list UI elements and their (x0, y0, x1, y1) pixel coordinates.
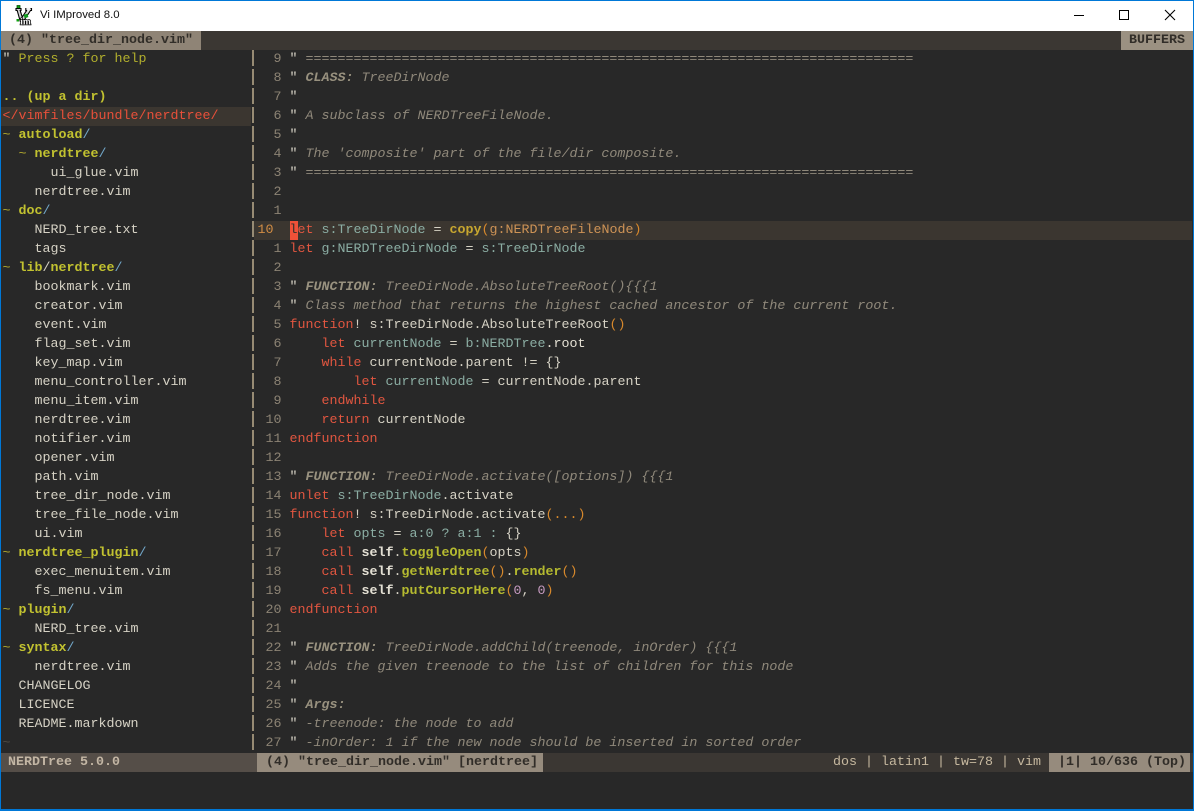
svg-text:im: im (20, 18, 31, 27)
